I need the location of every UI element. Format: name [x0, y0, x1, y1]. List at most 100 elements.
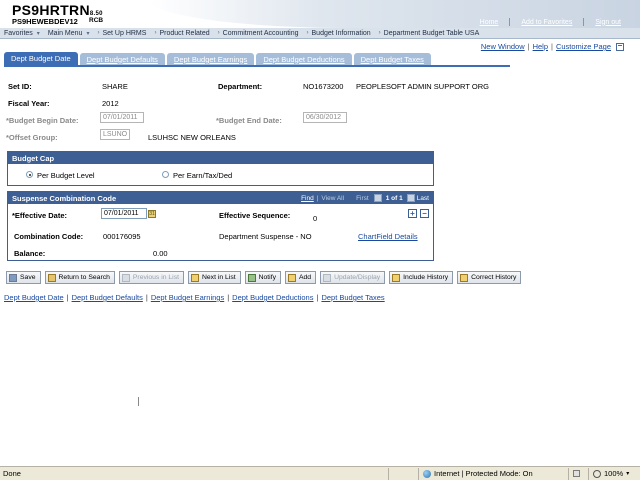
next-in-list-label: Next in List	[201, 274, 236, 281]
effective-date-field[interactable]: 07/01/2011	[101, 208, 147, 219]
combination-code-label: Combination Code:	[14, 232, 84, 241]
first-label: First	[356, 194, 369, 202]
universal-navigation: Home Add to Favorites Sign out	[469, 18, 632, 26]
next-icon	[190, 273, 199, 282]
add-to-favorites-link[interactable]: Add to Favorites	[510, 19, 583, 26]
last-label: Last	[416, 194, 429, 202]
correct-history-button[interactable]: Correct History	[457, 271, 522, 284]
menu-label: Set Up HRMS	[102, 29, 147, 37]
zoom-level: 100%	[604, 469, 624, 478]
per-budget-level-radio[interactable]	[26, 171, 33, 178]
zoom-control[interactable]: 100% ▾	[588, 467, 640, 480]
link-dept-budget-taxes[interactable]: Dept Budget Taxes	[321, 293, 384, 302]
page-toolbar: Save Return to Search Previous in List N…	[6, 271, 525, 284]
save-button[interactable]: Save	[6, 271, 41, 284]
include-history-label: Include History	[403, 274, 449, 281]
chevron-right-icon: ›	[217, 30, 220, 36]
home-link[interactable]: Home	[469, 19, 510, 26]
previous-arrow-icon	[373, 194, 382, 202]
update-display-icon	[323, 273, 332, 282]
next-in-list-button[interactable]: Next in List	[187, 271, 241, 284]
save-label: Save	[20, 274, 36, 281]
new-window-link[interactable]: New Window	[481, 42, 525, 51]
update-display-button[interactable]: Update/Display	[320, 271, 386, 284]
calendar-icon[interactable]: 31	[148, 210, 156, 218]
menu-label: Budget Information	[311, 29, 371, 37]
budget-cap-title: Budget Cap	[8, 152, 433, 164]
status-cell	[388, 467, 418, 480]
offset-group-description: LSUHSC NEW ORLEANS	[148, 133, 236, 142]
bottom-page-links: Dept Budget Date | Dept Budget Defaults …	[4, 293, 385, 302]
return-icon	[47, 273, 56, 282]
security-zone[interactable]: Internet | Protected Mode: On	[418, 467, 568, 480]
tab-dept-budget-taxes[interactable]: Dept Budget Taxes	[353, 53, 431, 65]
add-button[interactable]: Add	[284, 271, 317, 284]
per-earn-tax-ded-radio[interactable]	[162, 171, 169, 178]
status-text: Done	[3, 469, 21, 478]
database-name-text: PS9HRTRN	[12, 2, 90, 18]
link-dept-budget-deductions[interactable]: Dept Budget Deductions	[232, 293, 313, 302]
menu-label: Main Menu	[47, 29, 83, 37]
previous-in-list-button[interactable]: Previous in List	[118, 271, 184, 284]
budget-end-date-field[interactable]: 06/30/2012	[303, 112, 347, 123]
find-link[interactable]: Find	[301, 195, 314, 202]
save-icon	[9, 273, 17, 282]
divider: |	[66, 293, 69, 302]
menu-product-related[interactable]: › Product Related	[150, 30, 213, 37]
menu-budget-information[interactable]: › Budget Information	[303, 30, 375, 37]
menu-main-menu[interactable]: Main Menu ▾	[44, 30, 94, 37]
balance-label: Balance:	[14, 249, 46, 258]
chartfield-details-link[interactable]: ChartField Details	[358, 232, 418, 241]
notify-button[interactable]: Notify	[244, 271, 281, 284]
department-label: Department:	[218, 82, 263, 91]
suspense-combination-code-header: Suspense Combination Code Find | View Al…	[8, 192, 433, 204]
grid-navigation: Find | View All First 1 of 1 Last	[301, 192, 429, 204]
link-dept-budget-earnings[interactable]: Dept Budget Earnings	[151, 293, 224, 302]
menu-favorites[interactable]: Favorites ▾	[0, 30, 44, 37]
customize-page-link[interactable]: Customize Page	[556, 42, 611, 51]
database-name: PS9HRTRN8.50	[12, 2, 103, 18]
include-history-button[interactable]: Include History	[389, 271, 454, 284]
combination-code-value: 000176095	[103, 232, 141, 241]
tab-dept-budget-defaults[interactable]: Dept Budget Defaults	[79, 53, 165, 65]
effective-sequence-label: Effective Sequence:	[219, 211, 291, 220]
department-code: NO1673200	[303, 82, 344, 91]
delete-row-icon[interactable]: −	[420, 209, 429, 218]
lock-icon	[573, 470, 580, 477]
department-name: PEOPLESOFT ADMIN SUPPORT ORG	[356, 82, 489, 91]
menu-department-budget-table[interactable]: › Department Budget Table USA	[375, 30, 484, 37]
tab-dept-budget-date[interactable]: Dept Budget Date	[4, 52, 78, 65]
per-budget-level-label: Per Budget Level	[37, 171, 95, 180]
previous-icon	[121, 273, 130, 282]
http-icon[interactable]	[616, 42, 624, 51]
link-dept-budget-date[interactable]: Dept Budget Date	[4, 293, 64, 302]
divider: |	[316, 194, 319, 202]
budget-begin-date-field[interactable]: 07/01/2011	[100, 112, 144, 123]
menu-set-up-hrms[interactable]: › Set Up HRMS	[93, 30, 150, 37]
menu-label: Product Related	[159, 29, 210, 37]
tab-dept-budget-deductions[interactable]: Dept Budget Deductions	[256, 53, 352, 65]
text-cursor	[138, 397, 139, 406]
security-zone-label: Internet | Protected Mode: On	[434, 469, 533, 478]
row-position: 1 of 1	[385, 194, 403, 202]
suspense-combination-code-title: Suspense Combination Code	[12, 193, 117, 203]
offset-group-field[interactable]: LSUNO	[100, 129, 130, 140]
view-all-link: View All	[321, 194, 345, 202]
add-row-icon[interactable]: +	[408, 209, 417, 218]
correct-history-label: Correct History	[471, 274, 517, 281]
tab-underline	[4, 65, 510, 67]
effective-sequence-value: 0	[313, 214, 318, 223]
sign-out-link[interactable]: Sign out	[584, 19, 632, 26]
magnifier-icon	[593, 469, 601, 478]
balance-value: 0.00	[153, 249, 168, 258]
previous-in-list-label: Previous in List	[132, 274, 179, 281]
return-to-search-button[interactable]: Return to Search	[44, 271, 115, 284]
add-icon	[287, 273, 296, 282]
breadcrumb: Favorites ▾ Main Menu ▾ › Set Up HRMS › Prod…	[0, 28, 640, 39]
link-dept-budget-defaults[interactable]: Dept Budget Defaults	[72, 293, 143, 302]
menu-commitment-accounting[interactable]: › Commitment Accounting	[214, 30, 303, 37]
suspense-combination-code-group: Suspense Combination Code Find | View Al…	[7, 191, 434, 261]
tab-dept-budget-earnings[interactable]: Dept Budget Earnings	[166, 53, 255, 65]
help-link[interactable]: Help	[533, 42, 548, 51]
protected-mode-cell[interactable]	[568, 467, 588, 480]
